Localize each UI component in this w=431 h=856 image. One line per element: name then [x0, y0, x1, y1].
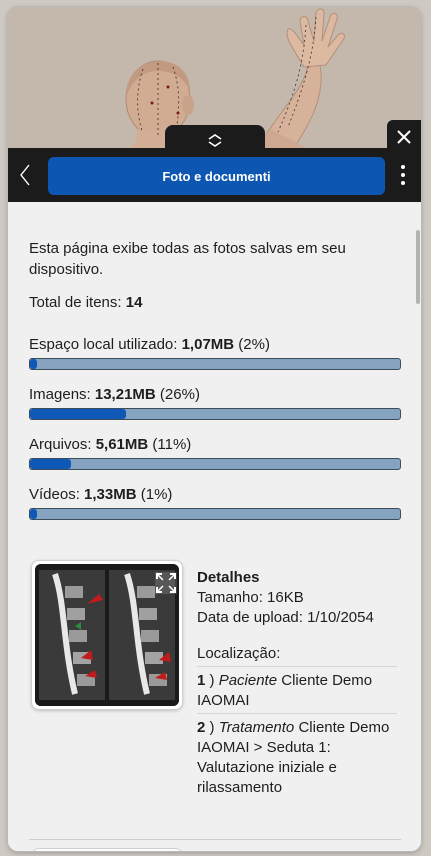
progress-fill: [30, 509, 38, 519]
progress-bar-images: [29, 408, 401, 420]
location-item[interactable]: 2 ) Tratamento Cliente Demo IAOMAI > Sed…: [197, 718, 397, 798]
stat-value: 1,07MB: [181, 336, 235, 353]
expand-icon: [155, 572, 177, 594]
scrollbar-thumb[interactable]: [416, 230, 420, 304]
content-panel[interactable]: Esta página exibe todas as fotos salvas …: [8, 202, 421, 851]
progress-bar-videos: [29, 508, 401, 520]
stat-percent: (11%): [152, 436, 192, 453]
progress-fill: [30, 409, 127, 419]
stat-label: Vídeos:: [29, 486, 80, 503]
page-title: Foto e documenti: [48, 157, 385, 195]
photo-thumbnail[interactable]: [35, 564, 179, 706]
app-window: Foto e documenti Esta página exibe todas…: [8, 7, 421, 851]
location-item[interactable]: 1 ) Paciente Cliente Demo IAOMAI: [197, 671, 397, 711]
stat-files: Arquivos: 5,61MB (11%): [29, 436, 191, 453]
stat-value: 1,33MB: [84, 486, 137, 503]
details-heading: Detalhes: [197, 569, 260, 586]
total-value: 14: [125, 294, 143, 311]
progress-bar-files: [29, 458, 401, 470]
expand-button[interactable]: [155, 572, 177, 594]
stat-percent: (2%): [238, 336, 270, 353]
size-value: 16KB: [267, 589, 304, 606]
location-type: Paciente: [218, 672, 278, 689]
location-paren: ): [209, 719, 215, 736]
stat-percent: (1%): [140, 486, 173, 503]
location-paren: ): [209, 672, 215, 689]
close-icon: [397, 130, 411, 144]
item-divider: [29, 839, 401, 840]
stat-videos: Vídeos: 1,33MB (1%): [29, 486, 172, 503]
stat-label: Espaço local utilizado:: [29, 336, 178, 353]
location-type: Tratamento: [218, 719, 295, 736]
progress-bar-local-storage: [29, 358, 401, 370]
upload-row: Data de upload: 1/10/2054: [197, 608, 397, 628]
stat-value: 13,21MB: [94, 386, 156, 403]
title-bar: Foto e documenti: [8, 148, 421, 202]
stat-value: 5,61MB: [95, 436, 149, 453]
photo-card[interactable]: [31, 560, 183, 710]
location-label: Localização:: [197, 645, 281, 662]
divider: [197, 713, 397, 714]
back-button[interactable]: [10, 148, 40, 202]
intro-text: Esta página exibe todas as fotos salvas …: [29, 240, 346, 278]
total-label: Total de itens:: [29, 294, 122, 311]
photo-details: Detalhes Tamanho: 16KB Data de upload: 1…: [197, 568, 397, 800]
stat-percent: (26%): [159, 386, 200, 403]
location-number: 2: [197, 719, 206, 736]
chevron-left-icon: [20, 164, 30, 186]
total-items: Total de itens: 14: [29, 294, 142, 311]
divider: [197, 666, 397, 667]
stat-local-storage: Espaço local utilizado: 1,07MB (2%): [29, 336, 270, 353]
chevron-up-down-icon: [208, 134, 222, 147]
photo-card[interactable]: [31, 848, 183, 851]
progress-fill: [30, 459, 71, 469]
upload-label: Data de upload:: [197, 609, 303, 626]
location-number: 1: [197, 672, 206, 689]
size-row: Tamanho: 16KB: [197, 588, 397, 608]
size-label: Tamanho:: [197, 589, 263, 606]
stat-images: Imagens: 13,21MB (26%): [29, 386, 200, 403]
kebab-menu-icon: [401, 165, 405, 185]
stat-label: Imagens:: [29, 386, 91, 403]
progress-fill: [30, 359, 38, 369]
more-options-button[interactable]: [391, 148, 415, 202]
upload-value: 1/10/2054: [307, 609, 374, 626]
stat-label: Arquivos:: [29, 436, 92, 453]
